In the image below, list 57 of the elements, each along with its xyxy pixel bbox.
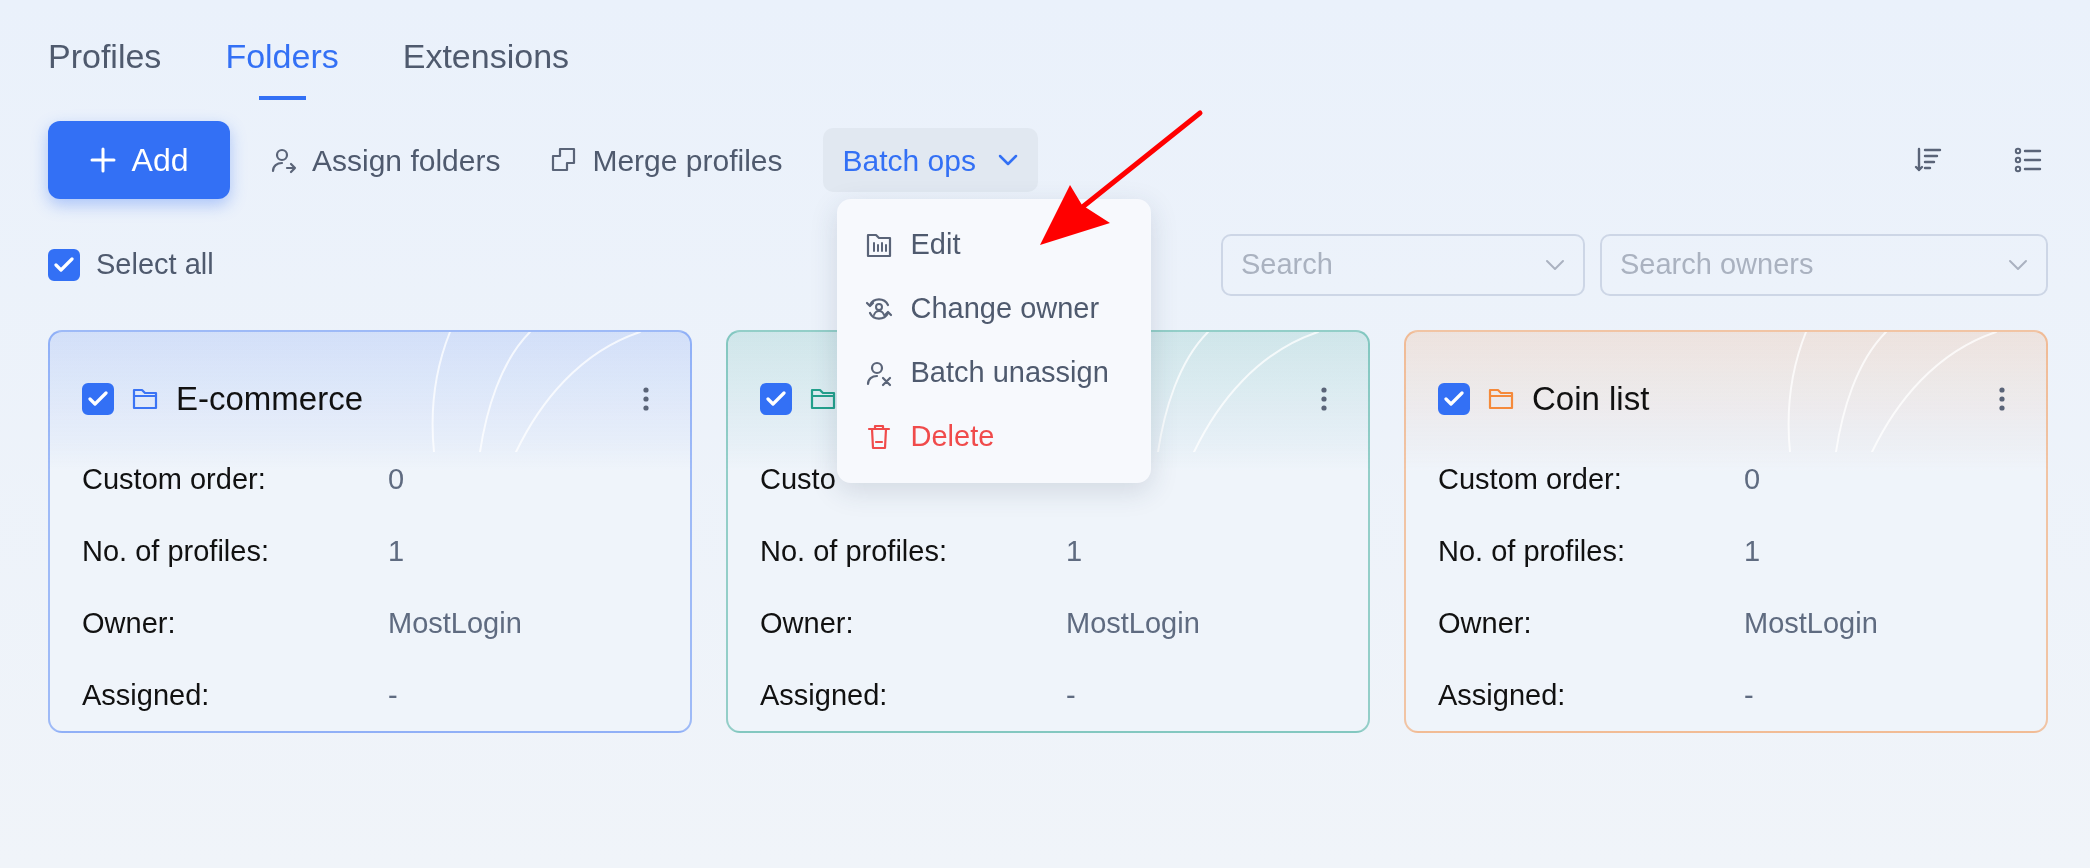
folder-bars-icon (864, 231, 893, 259)
field-label: Custo (760, 462, 837, 498)
field-value: 1 (1744, 534, 1761, 570)
user-cycle-icon (864, 295, 893, 323)
field-value: MostLogin (1744, 606, 1878, 642)
check-icon (766, 391, 786, 407)
field-label: Owner: (1438, 606, 1533, 642)
sort-icon (1914, 146, 1942, 174)
field-value: 1 (388, 534, 405, 570)
batch-ops-dropdown[interactable]: Batch ops (822, 128, 1038, 192)
add-user-icon (270, 146, 298, 174)
card-checkbox[interactable] (1438, 383, 1470, 415)
more-vertical-icon (1998, 386, 2006, 412)
menu-item[interactable]: Delete (836, 405, 1151, 469)
folder-title: E-commerce (176, 379, 364, 420)
field-value: - (388, 678, 398, 714)
remove-user-icon (864, 359, 893, 387)
field-label: Owner: (82, 606, 177, 642)
field-value: 0 (1744, 462, 1761, 498)
field-value: 0 (388, 462, 405, 498)
chevron-down-icon (1545, 259, 1565, 271)
toolbar-button[interactable]: Merge profiles (540, 137, 793, 183)
more-vertical-icon (1320, 386, 1328, 412)
check-icon (1444, 391, 1464, 407)
tab[interactable]: Extensions (402, 26, 570, 100)
toolbar-button[interactable]: Assign folders (260, 137, 511, 183)
card-checkbox[interactable] (760, 383, 792, 415)
field-value: MostLogin (1066, 606, 1200, 642)
folder-title: Coin list (1532, 379, 1650, 420)
chevron-down-icon (997, 154, 1018, 166)
chevron-down-icon (2008, 259, 2028, 271)
add-button[interactable]: Add (48, 121, 230, 199)
field-label: Assigned: (1438, 678, 1567, 714)
card-checkbox[interactable] (82, 383, 114, 415)
menu-item[interactable]: Edit (836, 213, 1151, 277)
field-label: Assigned: (82, 678, 211, 714)
field-value: 1 (1066, 534, 1083, 570)
field-label: No. of profiles: (1438, 534, 1626, 570)
more-vertical-icon (642, 386, 650, 412)
field-label: Assigned: (760, 678, 889, 714)
field-label: Custom order: (82, 462, 267, 498)
plus-icon (89, 147, 116, 173)
menu-item[interactable]: Change owner (836, 277, 1151, 341)
field-label: Owner: (760, 606, 855, 642)
menu-item[interactable]: Batch unassign (836, 341, 1151, 405)
field-value: MostLogin (388, 606, 522, 642)
check-icon (88, 391, 108, 407)
list-icon (2014, 146, 2042, 174)
field-label: No. of profiles: (760, 534, 948, 570)
field-value: - (1066, 678, 1076, 714)
select-all-checkbox[interactable] (48, 249, 80, 281)
field-value: - (1744, 678, 1754, 714)
field-label: No. of profiles: (82, 534, 270, 570)
field-label: Custom order: (1438, 462, 1623, 498)
checkbox-label: Select all (96, 247, 214, 283)
tab[interactable]: Profiles (48, 26, 162, 100)
check-icon (54, 257, 74, 273)
